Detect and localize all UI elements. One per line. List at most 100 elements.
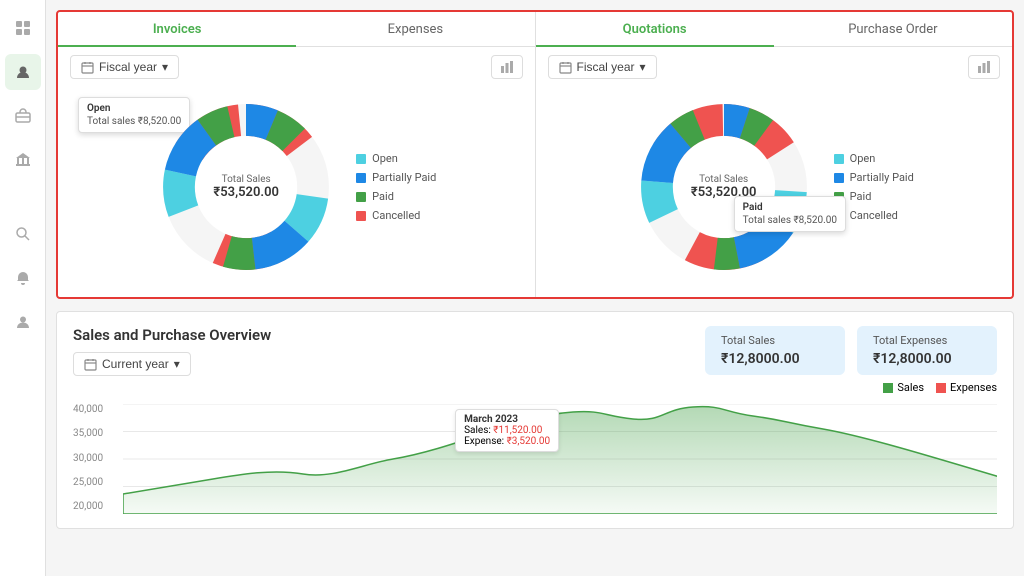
bell-icon xyxy=(15,270,31,286)
chart-body: March 2023 Sales: ₹11,520.00 Expense: ₹3… xyxy=(123,404,997,514)
quotations-filter-label: Fiscal year xyxy=(577,60,635,74)
user-icon xyxy=(15,314,31,330)
expenses-legend: Expenses xyxy=(936,381,997,394)
legend-label-open: Open xyxy=(372,152,398,165)
q-paid-dot xyxy=(834,192,844,202)
bottom-title: Sales and Purchase Overview xyxy=(73,326,271,344)
q-open-dot xyxy=(834,154,844,164)
q-legend-item-partially-paid: Partially Paid xyxy=(834,171,914,184)
calendar-icon-q xyxy=(559,61,572,74)
tab-expenses[interactable]: Expenses xyxy=(296,12,534,47)
sidebar xyxy=(0,0,46,576)
sales-legend: Sales xyxy=(883,381,924,394)
invoices-panel: Invoices Expenses Fiscal year ▾ xyxy=(58,12,536,297)
tc-sales-label: Sales: xyxy=(464,425,491,436)
invoices-chart-toggle[interactable] xyxy=(491,55,523,79)
open-dot xyxy=(356,154,366,164)
invoices-legend: Open Partially Paid Paid Cancelled xyxy=(356,152,436,222)
quotations-center-title: Total Sales xyxy=(691,174,757,185)
bottom-left: Sales and Purchase Overview Current year… xyxy=(73,326,271,376)
tc-title: March 2023 xyxy=(464,414,550,425)
invoices-chart-area: Open Total sales ₹8,520.00 xyxy=(58,87,535,297)
total-sales-card: Total Sales ₹12,8000.00 xyxy=(705,326,845,375)
bottom-header: Sales and Purchase Overview Current year… xyxy=(73,326,997,394)
current-year-label: Current year xyxy=(102,357,169,371)
invoices-fiscal-year-filter[interactable]: Fiscal year ▾ xyxy=(70,55,179,79)
bar-chart-icon xyxy=(500,60,514,74)
tc-sales-row: Sales: ₹11,520.00 xyxy=(464,425,550,436)
contacts-icon xyxy=(15,64,31,80)
tab-invoices[interactable]: Invoices xyxy=(58,12,296,47)
q-legend-label-open: Open xyxy=(850,152,876,165)
area-chart-svg xyxy=(123,404,997,514)
tab-quotations[interactable]: Quotations xyxy=(536,12,774,47)
y-label-3: 25,000 xyxy=(73,477,123,488)
tc-expense-label: Expense: xyxy=(464,436,504,447)
partially-paid-dot xyxy=(356,173,366,183)
invoices-toolbar: Fiscal year ▾ xyxy=(58,47,535,87)
chart-legend-row: Sales Expenses xyxy=(705,381,997,394)
sidebar-item-briefcase[interactable] xyxy=(5,98,41,134)
stats-cards: Total Sales ₹12,8000.00 Total Expenses ₹… xyxy=(705,326,997,375)
bar-chart-icon-q xyxy=(977,60,991,74)
area-chart: 40,000 35,000 30,000 25,000 20,000 xyxy=(73,404,997,514)
main-content: Invoices Expenses Fiscal year ▾ xyxy=(46,0,1024,576)
q-legend-label-paid: Paid xyxy=(850,190,872,203)
tc-sales-value: ₹11,520.00 xyxy=(493,425,542,436)
quotations-center-value: ₹53,520.00 xyxy=(691,185,757,200)
invoices-filter-label: Fiscal year xyxy=(99,60,157,74)
sales-color xyxy=(883,383,893,393)
sidebar-item-contacts[interactable] xyxy=(5,54,41,90)
tab-purchase-order[interactable]: Purchase Order xyxy=(774,12,1012,47)
q-partially-paid-dot xyxy=(834,173,844,183)
calendar-icon-b xyxy=(84,358,97,371)
invoices-center-title: Total Sales xyxy=(213,174,279,185)
cancelled-dot xyxy=(356,211,366,221)
quotations-legend: Open Partially Paid Paid Cancelled xyxy=(834,152,914,222)
sidebar-item-search[interactable] xyxy=(5,216,41,252)
total-sales-title: Total Sales xyxy=(721,334,829,347)
total-expenses-title: Total Expenses xyxy=(873,334,981,347)
quotations-toolbar: Fiscal year ▾ xyxy=(536,47,1013,87)
q-legend-item-open: Open xyxy=(834,152,914,165)
q-legend-item-paid: Paid xyxy=(834,190,914,203)
top-charts-section: Invoices Expenses Fiscal year ▾ xyxy=(56,10,1014,299)
paid-dot xyxy=(356,192,366,202)
calendar-icon xyxy=(81,61,94,74)
quotations-chart-toggle[interactable] xyxy=(968,55,1000,79)
y-label-1: 35,000 xyxy=(73,428,123,439)
chevron-down-icon-q: ▾ xyxy=(640,60,646,74)
bottom-section: Sales and Purchase Overview Current year… xyxy=(56,311,1014,529)
invoices-center-value: ₹53,520.00 xyxy=(213,185,279,200)
quotations-fiscal-year-filter[interactable]: Fiscal year ▾ xyxy=(548,55,657,79)
bottom-right: Total Sales ₹12,8000.00 Total Expenses ₹… xyxy=(705,326,997,394)
legend-item-open: Open xyxy=(356,152,436,165)
chart-tooltip-callout: March 2023 Sales: ₹11,520.00 Expense: ₹3… xyxy=(455,409,559,452)
sidebar-item-bell[interactable] xyxy=(5,260,41,296)
tc-expense-value: ₹3,520.00 xyxy=(507,436,551,447)
quotations-chart-area: Total Sales ₹53,520.00 Paid Total sales … xyxy=(536,87,1013,297)
expenses-color xyxy=(936,383,946,393)
legend-label-cancelled: Cancelled xyxy=(372,209,420,222)
quotations-panel: Quotations Purchase Order Fiscal year ▾ xyxy=(536,12,1013,297)
q-cancelled-dot xyxy=(834,211,844,221)
q-legend-label-partially-paid: Partially Paid xyxy=(850,171,914,184)
tc-expense-row: Expense: ₹3,520.00 xyxy=(464,436,550,447)
y-label-2: 30,000 xyxy=(73,453,123,464)
bank-icon xyxy=(15,152,31,168)
current-year-filter[interactable]: Current year ▾ xyxy=(73,352,191,376)
legend-item-partially-paid: Partially Paid xyxy=(356,171,436,184)
total-expenses-card: Total Expenses ₹12,8000.00 xyxy=(857,326,997,375)
y-axis-labels: 40,000 35,000 30,000 25,000 20,000 xyxy=(73,404,123,514)
briefcase-icon xyxy=(15,108,31,124)
search-icon xyxy=(15,226,31,242)
y-label-0: 40,000 xyxy=(73,404,123,415)
y-label-4: 20,000 xyxy=(73,501,123,512)
sidebar-item-grid[interactable] xyxy=(5,10,41,46)
sidebar-item-bank[interactable] xyxy=(5,142,41,178)
legend-label-partially-paid: Partially Paid xyxy=(372,171,436,184)
sidebar-item-user[interactable] xyxy=(5,304,41,340)
legend-item-cancelled: Cancelled xyxy=(356,209,436,222)
chevron-down-icon: ▾ xyxy=(162,60,168,74)
legend-item-paid: Paid xyxy=(356,190,436,203)
